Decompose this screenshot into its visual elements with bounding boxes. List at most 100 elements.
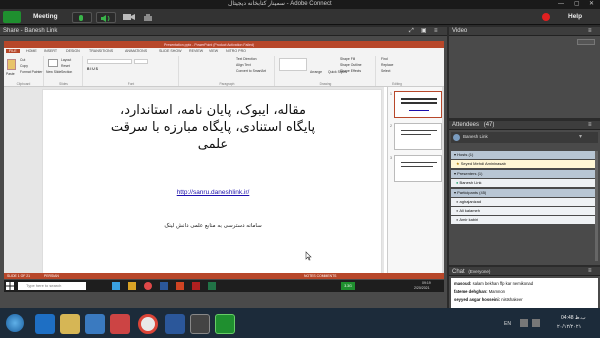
sync-icon[interactable]: ▣ [421,27,427,36]
chrome-icon[interactable] [144,282,152,290]
tab-file[interactable]: FILE [6,49,20,53]
section-hosts[interactable]: ▾ Hosts (1) [451,151,598,159]
slide-canvas[interactable]: مقاله، ایبوک، پایان نامه، استاندارد، پای… [42,89,382,275]
group-label-editing: Editing [392,82,402,86]
pod-menu-icon[interactable]: ≡ [588,267,592,276]
new-slide-button[interactable]: New Slide [46,70,61,74]
chat-pod-title: Chat [452,269,465,275]
arrange-button[interactable]: Arrange [310,70,322,74]
ppt-titlebar: Presentation.pptx - PowerPoint (Product … [4,41,444,48]
meeting-menu[interactable]: Meeting [33,13,58,20]
replace-button[interactable]: Replace [381,63,393,67]
help-menu[interactable]: Help [568,13,582,20]
chat-sender: seyyed asgar hosseini: [454,297,501,302]
tab-review[interactable]: REVIEW [189,49,203,53]
close-button[interactable]: ✕ [589,0,594,9]
notes-comments[interactable]: NOTES COMMENTS [304,274,336,278]
excel-icon[interactable] [208,282,216,290]
layout-button[interactable]: Layout [61,58,71,62]
adobe-connect-taskbar-icon[interactable] [215,314,235,334]
cut-button[interactable]: Cut [20,58,25,62]
tab-insert[interactable]: INSERT [44,49,57,53]
slide-thumbnail[interactable]: 3 [390,155,442,182]
convert-smartart-button[interactable]: Convert to SmartArt [236,69,266,73]
select-button[interactable]: Select [381,69,390,73]
format-painter-button[interactable]: Format Painter [20,70,42,74]
shapes-gallery[interactable] [279,58,307,71]
pod-menu-icon[interactable]: ≡ [434,27,438,36]
slide-thumbnail[interactable]: 1 [390,91,442,118]
attendees-scrollbar[interactable] [595,151,598,261]
powerpoint-icon[interactable] [176,282,184,290]
reset-button[interactable]: Reset [61,64,70,68]
taskbar-app-icon[interactable] [112,282,120,290]
ppt-tabs: FILE HOME INSERT DESIGN TRANSITIONS ANIM… [4,48,444,55]
language-indicator[interactable]: EN [504,321,511,327]
attendee-row[interactable]: ● Banesh Link [451,179,598,187]
acrobat-icon[interactable] [192,282,200,290]
media-player-icon[interactable] [85,314,105,334]
network-icon[interactable] [532,319,540,327]
slide-link[interactable]: http://sanru.daneshlink.ir/ [43,189,383,196]
section-presenters[interactable]: ▾ Presenters (1) [451,170,598,178]
section-button[interactable]: Section [61,70,72,74]
maximize-button[interactable]: ▢ [574,0,580,9]
minimize-button[interactable]: — [558,0,564,9]
ppt-scrollbar[interactable] [442,87,444,273]
section-participants[interactable]: ▾ Participants (45) [451,189,598,197]
ie-icon[interactable] [35,314,55,334]
camera-button[interactable] [122,12,136,23]
taskbar-search-input[interactable]: Type here to search [18,282,86,290]
slide-subtitle: سامانه دسترسی به منابع علمی دانش لینک [164,223,262,229]
fullscreen-icon[interactable]: ⤢ [409,27,414,36]
record-icon[interactable] [542,13,550,21]
app-icon[interactable] [110,314,130,334]
tab-home[interactable]: HOME [26,49,37,53]
chrome-taskbar-icon[interactable] [138,314,158,334]
tab-animations[interactable]: ANIMATIONS [125,49,147,53]
tab-transitions[interactable]: TRANSITIONS [89,49,113,53]
word-taskbar-icon[interactable] [165,314,185,334]
shape-fill-button[interactable]: Shape Fill [340,57,355,61]
find-button[interactable]: Find [381,57,388,61]
video-pod-title: Video [452,28,468,34]
calculator-icon[interactable] [190,314,210,334]
font-size-select[interactable] [134,59,148,64]
copy-button[interactable]: Copy [20,64,28,68]
windows-start-icon[interactable] [6,282,14,290]
attendee-row[interactable]: ★ Seyed Mehdi Amininasab [451,160,598,168]
shape-outline-button[interactable]: Shape Outline [340,63,362,67]
tab-view[interactable]: VIEW [209,49,218,53]
font-name-select[interactable] [87,59,132,64]
tab-design[interactable]: DESIGN [66,49,80,53]
tab-slideshow[interactable]: SLIDE SHOW [159,49,182,53]
text-direction-button[interactable]: Text Direction [236,57,257,61]
video-layout-icon[interactable] [577,39,595,45]
pod-menu-icon[interactable]: ≡ [588,121,592,130]
bold-button[interactable]: B I U S [87,67,98,71]
ppt-window-title: Presentation.pptx - PowerPoint (Product … [164,42,255,47]
file-explorer-icon[interactable] [128,282,136,290]
slide-thumbnail[interactable]: 2 [390,123,442,150]
shape-effects-button[interactable]: Shape Effects [340,69,361,73]
explorer-icon[interactable] [60,314,80,334]
chat-scope: (Everyone) [468,269,491,274]
group-label-paragraph: Paragraph [219,82,235,86]
tray-icon[interactable] [520,319,528,327]
align-text-button[interactable]: Align Text [236,63,251,67]
paste-button[interactable]: Paste [6,72,15,76]
tab-nitro[interactable]: NITRO PRO [226,49,246,53]
windows-start-button[interactable] [6,314,24,332]
status-dropdown-icon[interactable]: ▾ [579,133,582,140]
attendee-row[interactable]: ● Ali kalameh [451,207,598,215]
shared-windows-taskbar: Type here to search 3.3G 09:19 2/20/2021 [4,280,444,292]
pod-menu-icon[interactable]: ≡ [588,27,592,36]
microphone-button[interactable] [72,12,92,23]
attendee-name: Banesh Link [459,180,482,185]
raise-hand-button[interactable] [142,12,154,23]
word-icon[interactable] [160,282,168,290]
hand-icon [144,14,152,21]
attendee-row[interactable]: ● Amir kabiri [451,216,598,224]
attendee-row[interactable]: ● aghajanizad [451,198,598,206]
speaker-button[interactable] [96,12,116,23]
